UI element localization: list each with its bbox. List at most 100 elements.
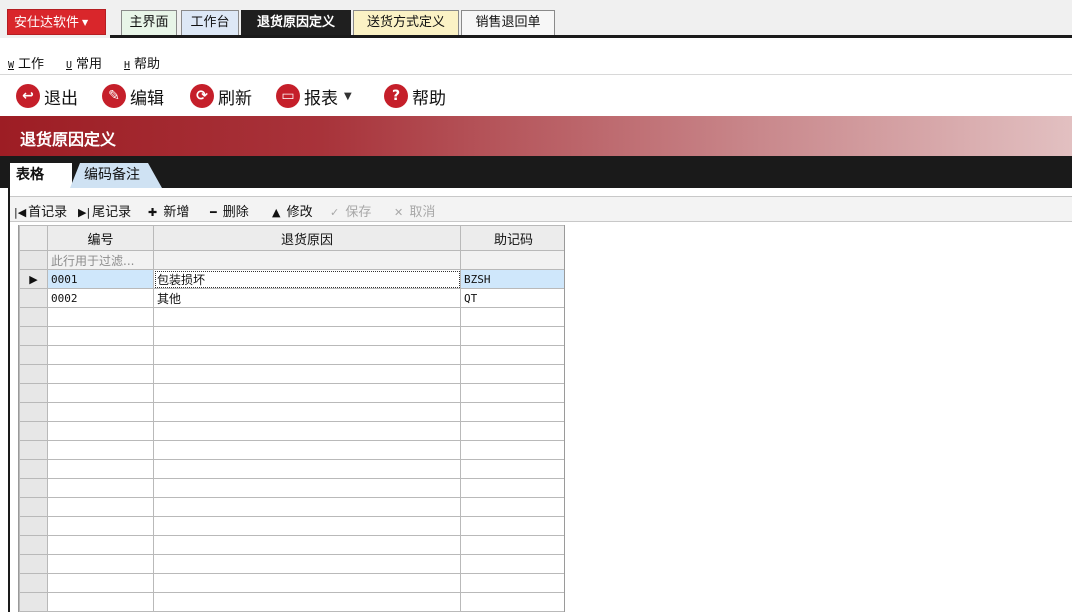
first-record-button[interactable]: |◀ 首记录: [14, 201, 67, 220]
save-button[interactable]: ✓ 保存: [330, 201, 371, 220]
empty-cell: [460, 535, 564, 555]
exit-button[interactable]: ↩ 退出: [16, 83, 78, 109]
checkmark-icon: ✓: [330, 206, 340, 219]
exit-icon: ↩: [16, 84, 40, 108]
table-row[interactable]: ▶ 0001 包装损坏 BZSH: [19, 269, 564, 289]
tab-return-reason[interactable]: 退货原因定义: [241, 10, 351, 36]
chevron-down-icon: ▼: [82, 18, 89, 27]
cell-code[interactable]: 0001: [47, 269, 154, 289]
last-record-label: 尾记录: [92, 205, 132, 220]
empty-grid-row: [19, 592, 564, 612]
empty-cell: [460, 402, 564, 422]
menu-work[interactable]: W 工作: [8, 53, 44, 72]
row-indicator: [19, 497, 48, 517]
empty-cell: [153, 345, 461, 365]
empty-cell: [47, 516, 154, 536]
column-header-code[interactable]: 编号: [47, 225, 154, 251]
empty-cell: [460, 307, 564, 327]
empty-cell: [47, 554, 154, 574]
exit-label: 退出: [44, 88, 78, 109]
row-indicator: [19, 250, 48, 270]
tab-delivery-method[interactable]: 送货方式定义: [353, 10, 459, 36]
filter-row[interactable]: 此行用于过滤...: [19, 250, 564, 270]
tab-workbench[interactable]: 工作台: [181, 10, 239, 36]
empty-cell: [47, 345, 154, 365]
filter-cell-code[interactable]: 此行用于过滤...: [47, 250, 154, 270]
menu-common[interactable]: U 常用: [66, 53, 102, 72]
cancel-button[interactable]: ✕ 取消: [394, 201, 435, 220]
toolbar: ↩ 退出 ✎ 编辑 ⟳ 刷新 ▭ 报表 ▼ ? 帮助: [0, 77, 1072, 115]
last-record-button[interactable]: ▶| 尾记录: [78, 201, 131, 220]
help-button[interactable]: ? 帮助: [384, 83, 446, 109]
add-button[interactable]: ✚ 新增: [148, 201, 189, 220]
empty-cell: [153, 497, 461, 517]
tab-sales-return[interactable]: 销售退回单: [461, 10, 555, 36]
empty-cell: [153, 478, 461, 498]
empty-grid-row: [19, 535, 564, 555]
empty-cell: [153, 383, 461, 403]
empty-cell: [460, 383, 564, 403]
modify-button[interactable]: ▲ 修改: [272, 201, 313, 220]
cell-code[interactable]: 0002: [47, 288, 154, 308]
empty-grid-row: [19, 402, 564, 422]
close-icon: ✕: [394, 206, 404, 219]
row-indicator: [19, 440, 48, 460]
empty-cell: [460, 554, 564, 574]
row-indicator: [19, 592, 48, 612]
cell-mnemonic[interactable]: QT: [460, 288, 564, 308]
add-label: 新增: [163, 205, 190, 220]
help-icon: ?: [384, 84, 408, 108]
edit-label: 编辑: [130, 88, 164, 109]
filter-cell-mnemonic[interactable]: [460, 250, 564, 270]
menu-work-label: 工作: [18, 57, 45, 72]
plus-icon: ✚: [148, 206, 158, 219]
modify-label: 修改: [286, 205, 313, 220]
empty-cell: [47, 459, 154, 479]
delete-button[interactable]: ━ 删除: [210, 201, 249, 220]
row-indicator: [19, 573, 48, 593]
column-header-reason[interactable]: 退货原因: [153, 225, 461, 251]
empty-grid-row: [19, 478, 564, 498]
empty-cell: [153, 440, 461, 460]
report-button[interactable]: ▭ 报表 ▼: [276, 83, 352, 109]
tab-grid[interactable]: 表格: [10, 163, 72, 188]
row-indicator: [19, 307, 48, 327]
empty-grid-row: [19, 307, 564, 327]
inner-tab-bar: 表格 编码备注: [0, 156, 1072, 188]
empty-cell: [153, 459, 461, 479]
empty-cell: [153, 326, 461, 346]
cell-reason[interactable]: 其他: [153, 288, 461, 308]
brand-menu-button[interactable]: 安仕达软件 ▼: [7, 9, 106, 35]
cell-mnemonic[interactable]: BZSH: [460, 269, 564, 289]
empty-cell: [460, 497, 564, 517]
empty-cell: [47, 440, 154, 460]
menu-help-label: 帮助: [134, 57, 161, 72]
column-header-mnemonic[interactable]: 助记码: [460, 225, 564, 251]
filter-cell-reason[interactable]: [153, 250, 461, 270]
edit-button[interactable]: ✎ 编辑: [102, 83, 164, 109]
refresh-label: 刷新: [218, 88, 252, 109]
data-grid: 编号 退货原因 助记码 此行用于过滤... ▶ 0001 包装损坏 BZSH 0…: [18, 225, 565, 612]
tab-code-notes[interactable]: 编码备注: [70, 163, 162, 188]
table-row[interactable]: 0002 其他 QT: [19, 288, 564, 308]
empty-cell: [153, 535, 461, 555]
empty-grid-row: [19, 383, 564, 403]
refresh-button[interactable]: ⟳ 刷新: [190, 83, 252, 109]
menu-help[interactable]: H 帮助: [124, 53, 160, 72]
empty-cell: [47, 326, 154, 346]
tab-main[interactable]: 主界面: [121, 10, 177, 36]
empty-cell: [153, 364, 461, 384]
row-indicator: [19, 421, 48, 441]
row-indicator: [19, 516, 48, 536]
empty-cell: [153, 402, 461, 422]
cell-reason[interactable]: 包装损坏: [153, 269, 461, 289]
page-title: 退货原因定义: [20, 130, 117, 149]
empty-cell: [460, 573, 564, 593]
row-indicator: [19, 345, 48, 365]
menu-common-label: 常用: [76, 57, 103, 72]
row-indicator: [19, 478, 48, 498]
empty-cell: [47, 364, 154, 384]
empty-grid-row: [19, 326, 564, 346]
empty-grid-row: [19, 364, 564, 384]
empty-grid-row: [19, 421, 564, 441]
